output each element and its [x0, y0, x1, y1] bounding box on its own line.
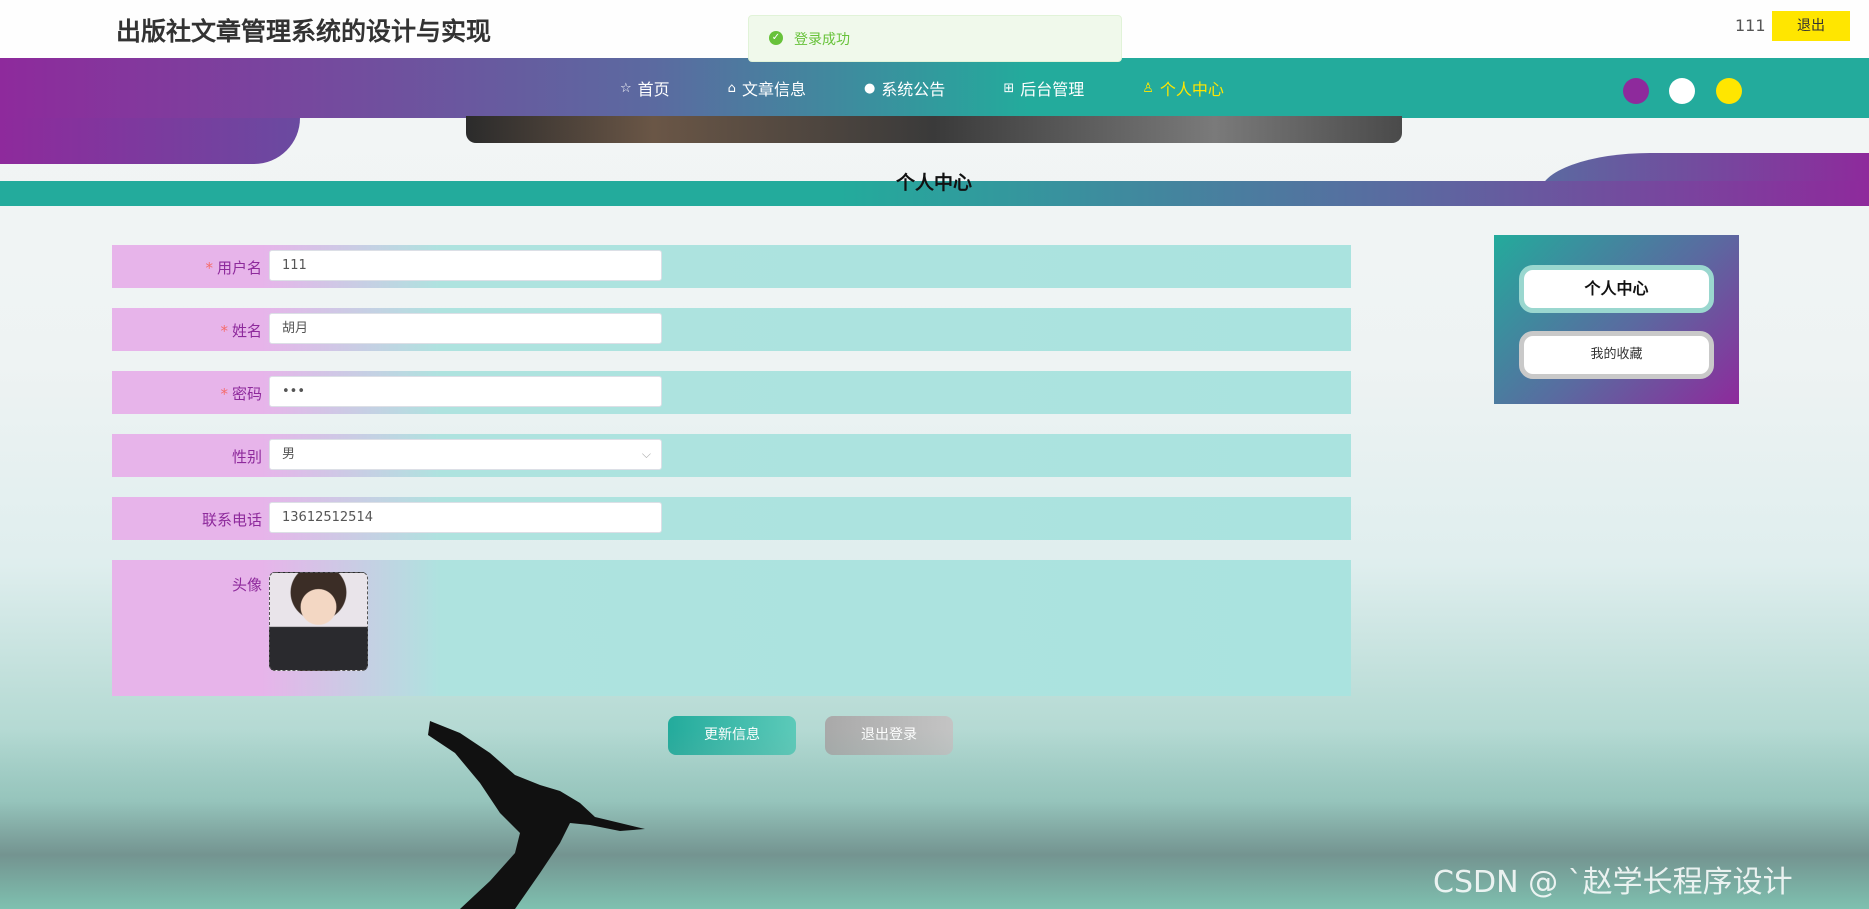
info-icon: ● [863, 80, 876, 96]
page-title: 个人中心 [895, 172, 972, 194]
nav-label: 后台管理 [1020, 80, 1085, 99]
nav-item-articles[interactable]: ⌂ 文章信息 [728, 76, 806, 100]
star-icon: ☆ [620, 80, 632, 96]
required-mark: * [220, 385, 228, 403]
sidebar-item-favorites[interactable]: 我的收藏 [1519, 331, 1714, 379]
field-label: 头像 [231, 576, 262, 594]
sidebar-item-profile[interactable]: 个人中心 [1519, 265, 1714, 313]
username-input[interactable]: 111 [269, 250, 662, 281]
field-label: 性别 [231, 448, 262, 466]
nav-label: 个人中心 [1159, 80, 1224, 99]
form-row-phone: 联系电话 13612512514 [112, 497, 1351, 540]
main-nav: ☆ 首页 ⌂ 文章信息 ● 系统公告 ⊞ 后台管理 ♙ 个人中心 [620, 58, 1282, 118]
form-row-username: * 用户名 111 [112, 245, 1351, 288]
nav-decoration [0, 118, 300, 164]
select-value: 男 [282, 447, 296, 462]
avatar-upload[interactable] [269, 572, 368, 671]
form-row-gender: 性别 男 ⌵ [112, 434, 1351, 477]
toast-message: 登录成功 [794, 32, 850, 48]
theme-dot-white[interactable] [1669, 78, 1695, 104]
phone-input[interactable]: 13612512514 [269, 502, 662, 533]
top-logout-button[interactable]: 退出 [1772, 11, 1850, 41]
runner-silhouette [428, 721, 645, 909]
user-icon: ♙ [1142, 80, 1154, 96]
current-user: 111 [1735, 16, 1766, 35]
form-row-name: * 姓名 胡月 [112, 308, 1351, 351]
label-text: 用户名 [216, 259, 262, 277]
watermark: CSDN @ ˋ赵学长程序设计 [1433, 865, 1793, 900]
check-icon: ✓ [769, 31, 783, 45]
password-input[interactable]: ••• [269, 376, 662, 407]
banner-image [466, 116, 1402, 143]
required-mark: * [220, 322, 228, 340]
building-icon: ⊞ [1003, 80, 1015, 96]
nav-label: 系统公告 [881, 80, 946, 99]
nav-label: 文章信息 [741, 80, 806, 99]
field-label: * 密码 [112, 383, 262, 404]
field-label: * 用户名 [112, 257, 262, 278]
nav-item-profile[interactable]: ♙ 个人中心 [1142, 76, 1224, 100]
profile-sidebar: 个人中心 我的收藏 [1494, 235, 1739, 404]
bag-icon: ⌂ [727, 80, 736, 96]
theme-dot-purple[interactable] [1623, 78, 1649, 104]
name-input[interactable]: 胡月 [269, 313, 662, 344]
chevron-down-icon: ⌵ [641, 447, 651, 461]
label-text: 密码 [231, 385, 262, 403]
field-label: 联系电话 [201, 511, 262, 529]
form-row-password: * 密码 ••• [112, 371, 1351, 414]
label-text: 姓名 [231, 322, 262, 340]
site-title: 出版社文章管理系统的设计与实现 [116, 17, 492, 46]
field-label: * 姓名 [112, 320, 262, 341]
gender-select[interactable]: 男 ⌵ [269, 439, 662, 470]
nav-item-home[interactable]: ☆ 首页 [620, 76, 670, 100]
form-row-avatar: 头像 [112, 560, 1351, 696]
success-toast: ✓ 登录成功 [748, 15, 1122, 62]
required-mark: * [205, 259, 213, 277]
nav-item-notices[interactable]: ● 系统公告 [864, 76, 945, 100]
theme-dot-yellow[interactable] [1716, 78, 1742, 104]
nav-item-admin[interactable]: ⊞ 后台管理 [1003, 76, 1084, 100]
nav-label: 首页 [637, 80, 670, 99]
